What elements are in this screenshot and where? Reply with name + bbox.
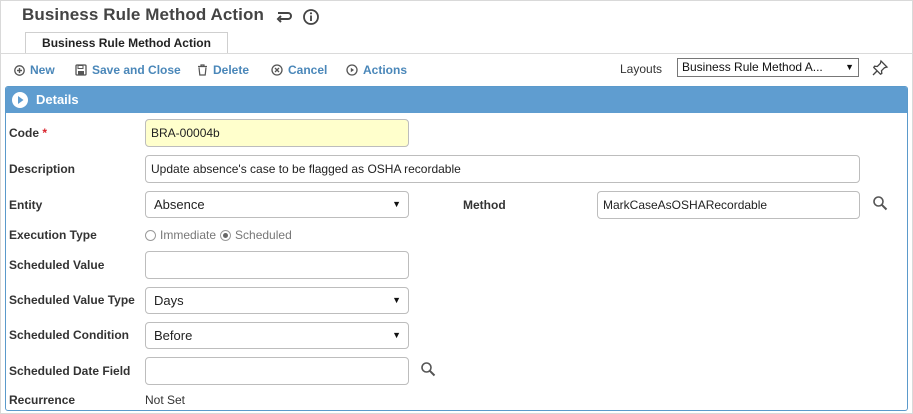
- scheduled-value-type-select[interactable]: Days ▼: [145, 287, 409, 314]
- scheduled-value-label: Scheduled Value: [9, 258, 105, 272]
- page-title: Business Rule Method Action: [22, 5, 264, 24]
- radio-immediate-label: Immediate: [160, 228, 217, 242]
- scheduled-value-type-label: Scheduled Value Type: [9, 293, 135, 307]
- actions-button[interactable]: Actions: [346, 62, 407, 78]
- info-icon[interactable]: [302, 8, 320, 26]
- trash-icon: [198, 64, 207, 76]
- new-button-label: New: [30, 63, 55, 77]
- description-label: Description: [9, 162, 76, 176]
- delete-button[interactable]: Delete: [197, 62, 249, 78]
- cancel-label: Cancel: [288, 63, 328, 77]
- method-search-icon[interactable]: [872, 195, 888, 216]
- plus-circle-icon: [14, 64, 25, 76]
- scheduled-date-field-label: Scheduled Date Field: [9, 364, 131, 378]
- entity-label: Entity: [9, 198, 43, 212]
- scheduled-value-type-value: Days: [154, 293, 184, 308]
- scheduled-value-input[interactable]: [145, 251, 409, 279]
- dropdown-arrow-icon: ▼: [845, 62, 854, 72]
- layouts-select-value: Business Rule Method A...: [682, 60, 823, 74]
- scheduled-condition-select[interactable]: Before ▼: [145, 322, 409, 349]
- dropdown-arrow-icon: ▼: [392, 199, 401, 209]
- radio-scheduled[interactable]: [220, 229, 232, 241]
- layouts-label: Layouts: [620, 62, 663, 76]
- save-and-close-button[interactable]: Save and Close: [75, 62, 181, 78]
- new-button[interactable]: New: [14, 62, 55, 78]
- scheduled-condition-label: Scheduled Condition: [9, 328, 129, 342]
- play-circle-icon: [346, 64, 358, 76]
- actions-label: Actions: [363, 63, 408, 77]
- scheduled-date-field-input[interactable]: [145, 357, 409, 385]
- method-label: Method: [463, 198, 506, 212]
- layouts-select[interactable]: Business Rule Method A... ▼: [677, 58, 859, 77]
- code-label: Code *: [9, 126, 47, 140]
- scheduled-condition-value: Before: [154, 328, 193, 343]
- date-field-search-icon[interactable]: [420, 361, 436, 382]
- expand-toggle-icon[interactable]: [11, 91, 29, 114]
- recurrence-label: Recurrence: [9, 393, 76, 407]
- cancel-circle-icon: [271, 64, 283, 76]
- delete-label: Delete: [213, 63, 250, 77]
- method-input[interactable]: MarkCaseAsOSHARecordable: [597, 191, 860, 219]
- tab-divider: [0, 53, 913, 54]
- details-title: Details: [36, 92, 79, 107]
- execution-type-radio-group: Immediate Scheduled: [145, 228, 292, 242]
- dropdown-arrow-icon: ▼: [392, 330, 401, 340]
- recurrence-value: Not Set: [145, 393, 186, 407]
- floppy-disk-icon: [75, 64, 87, 76]
- required-marker: *: [42, 126, 48, 140]
- pin-icon[interactable]: [871, 59, 889, 82]
- execution-type-label: Execution Type: [9, 228, 97, 242]
- details-header[interactable]: Details: [6, 87, 907, 113]
- description-input[interactable]: Update absence's case to be flagged as O…: [145, 155, 860, 183]
- radio-scheduled-label: Scheduled: [235, 228, 292, 242]
- return-arrow-icon[interactable]: [274, 8, 292, 26]
- code-value: BRA-00004b: [151, 126, 220, 140]
- radio-immediate[interactable]: [145, 229, 156, 241]
- entity-select[interactable]: Absence ▼: [145, 191, 409, 218]
- code-label-text: Code: [9, 126, 39, 140]
- cancel-button[interactable]: Cancel: [271, 62, 327, 78]
- dropdown-arrow-icon: ▼: [392, 295, 401, 305]
- description-value: Update absence's case to be flagged as O…: [151, 162, 461, 176]
- tab-business-rule-method-action[interactable]: Business Rule Method Action: [25, 32, 228, 54]
- method-value: MarkCaseAsOSHARecordable: [603, 198, 768, 212]
- details-panel: Details: [5, 86, 908, 411]
- save-and-close-label: Save and Close: [92, 63, 181, 77]
- entity-value: Absence: [154, 197, 205, 212]
- code-input[interactable]: BRA-00004b: [145, 119, 409, 147]
